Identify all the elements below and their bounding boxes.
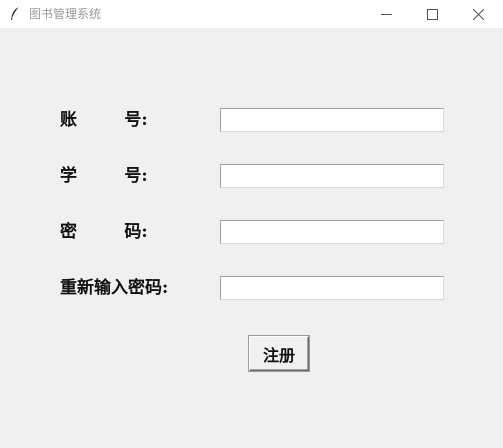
account-input[interactable] <box>221 109 443 132</box>
confirm-password-field[interactable] <box>220 276 444 300</box>
account-field[interactable] <box>220 108 444 132</box>
close-icon <box>472 8 484 20</box>
student-id-field[interactable] <box>220 164 444 188</box>
minimize-icon <box>380 13 392 15</box>
register-button[interactable]: 注册 <box>249 336 309 371</box>
account-label: 账 号: <box>60 110 148 130</box>
confirm-password-input[interactable] <box>221 277 443 300</box>
maximize-icon <box>426 8 438 20</box>
minimize-button[interactable] <box>363 0 409 28</box>
password-field[interactable] <box>220 220 444 244</box>
window-title: 图书管理系统 <box>29 7 102 21</box>
maximize-button[interactable] <box>409 0 455 28</box>
title-bar: 图书管理系统 <box>0 0 503 28</box>
feather-icon <box>11 6 20 20</box>
student-id-label: 学 号: <box>60 166 148 186</box>
password-label: 密 码: <box>60 222 148 242</box>
close-button[interactable] <box>455 0 501 28</box>
student-id-input[interactable] <box>221 165 443 188</box>
confirm-password-label: 重新输入密码: <box>60 278 169 298</box>
password-input[interactable] <box>221 221 443 244</box>
